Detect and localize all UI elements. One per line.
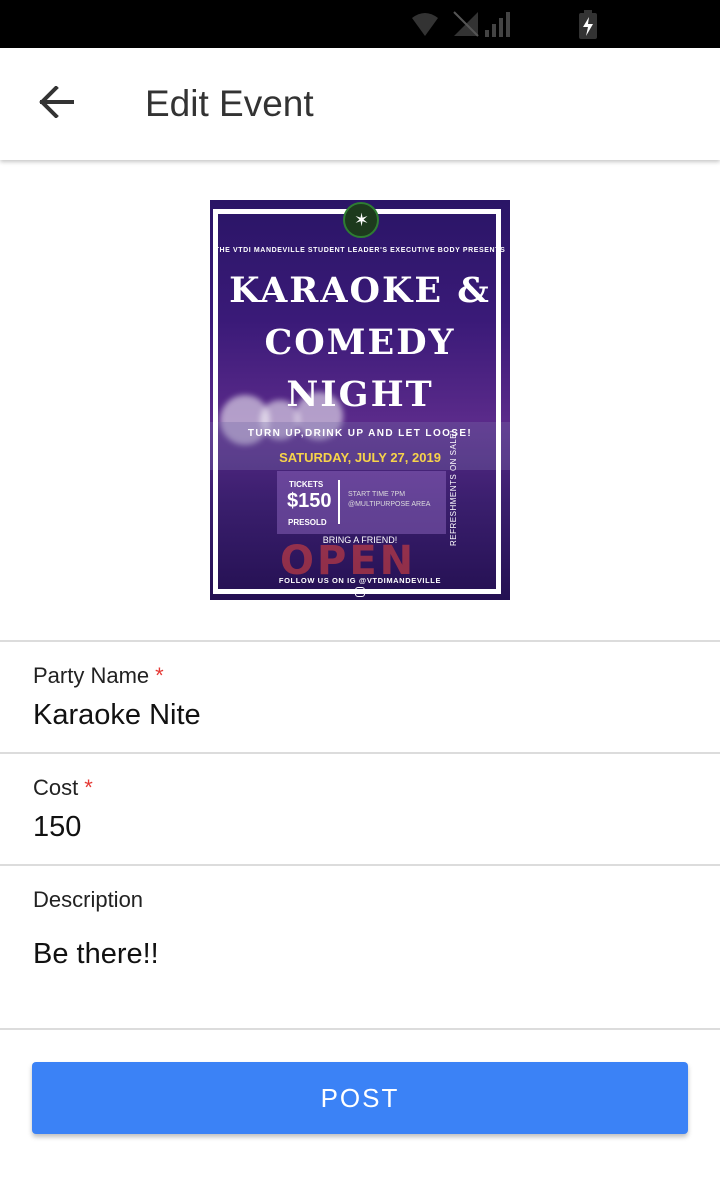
- tickets-label: TICKETS: [289, 480, 324, 489]
- cost-label: Cost *: [33, 775, 93, 800]
- poster-side-text: REFRESHMENTS ON SALE!: [449, 430, 458, 546]
- instagram-icon: [355, 587, 365, 597]
- wifi-off-icon: [410, 10, 440, 43]
- poster-date: SATURDAY, JULY 27, 2019: [279, 450, 441, 465]
- event-poster-image[interactable]: ✶ THE VTDI MANDEVILLE STUDENT LEADER'S E…: [210, 200, 510, 600]
- divider: [0, 864, 720, 866]
- divider: [0, 752, 720, 754]
- poster-presenter: THE VTDI MANDEVILLE STUDENT LEADER'S EXE…: [214, 247, 506, 254]
- required-mark: *: [155, 663, 164, 688]
- ticket-price: $150: [287, 490, 332, 512]
- party-name-input[interactable]: Karaoke Nite: [33, 699, 201, 732]
- description-label: Description: [33, 887, 144, 912]
- ticket-box: TICKETS $150 PRESOLD START TIME 7PM @MUL…: [277, 471, 446, 534]
- ticket-divider: [338, 480, 340, 524]
- page-title: Edit Event: [145, 83, 314, 124]
- poster-bring-friend: BRING A FRIEND!: [322, 535, 398, 545]
- battery-charging-icon: [578, 10, 598, 45]
- status-bar: [0, 0, 720, 48]
- presold-label: PRESOLD: [288, 518, 327, 527]
- signal-bars-icon: [484, 10, 514, 43]
- poster-tagline: TURN UP,DRINK UP AND LET LOOSE!: [247, 428, 473, 439]
- description-input[interactable]: Be there!!: [33, 938, 159, 971]
- app-bar: Edit Event: [0, 48, 720, 160]
- poster-follow: FOLLOW US ON IG @VTDIMANDEVILLE: [278, 576, 442, 585]
- divider: [0, 1028, 720, 1030]
- post-button[interactable]: POST: [32, 1062, 688, 1134]
- required-mark: *: [84, 775, 93, 800]
- back-button[interactable]: [30, 82, 82, 126]
- school-logo: ✶: [343, 202, 379, 238]
- poster-title-line2: COMEDY: [264, 322, 456, 363]
- arrow-left-icon: [38, 84, 74, 123]
- divider: [0, 640, 720, 642]
- event-info: START TIME 7PM @MULTIPURPOSE AREA: [348, 491, 431, 508]
- poster-title-line3: NIGHT: [286, 374, 434, 415]
- poster-title-line1: KARAOKE &: [229, 270, 491, 311]
- party-name-label: Party Name *: [33, 663, 164, 688]
- cost-input[interactable]: 150: [33, 811, 81, 844]
- signal-off-icon: [452, 10, 480, 43]
